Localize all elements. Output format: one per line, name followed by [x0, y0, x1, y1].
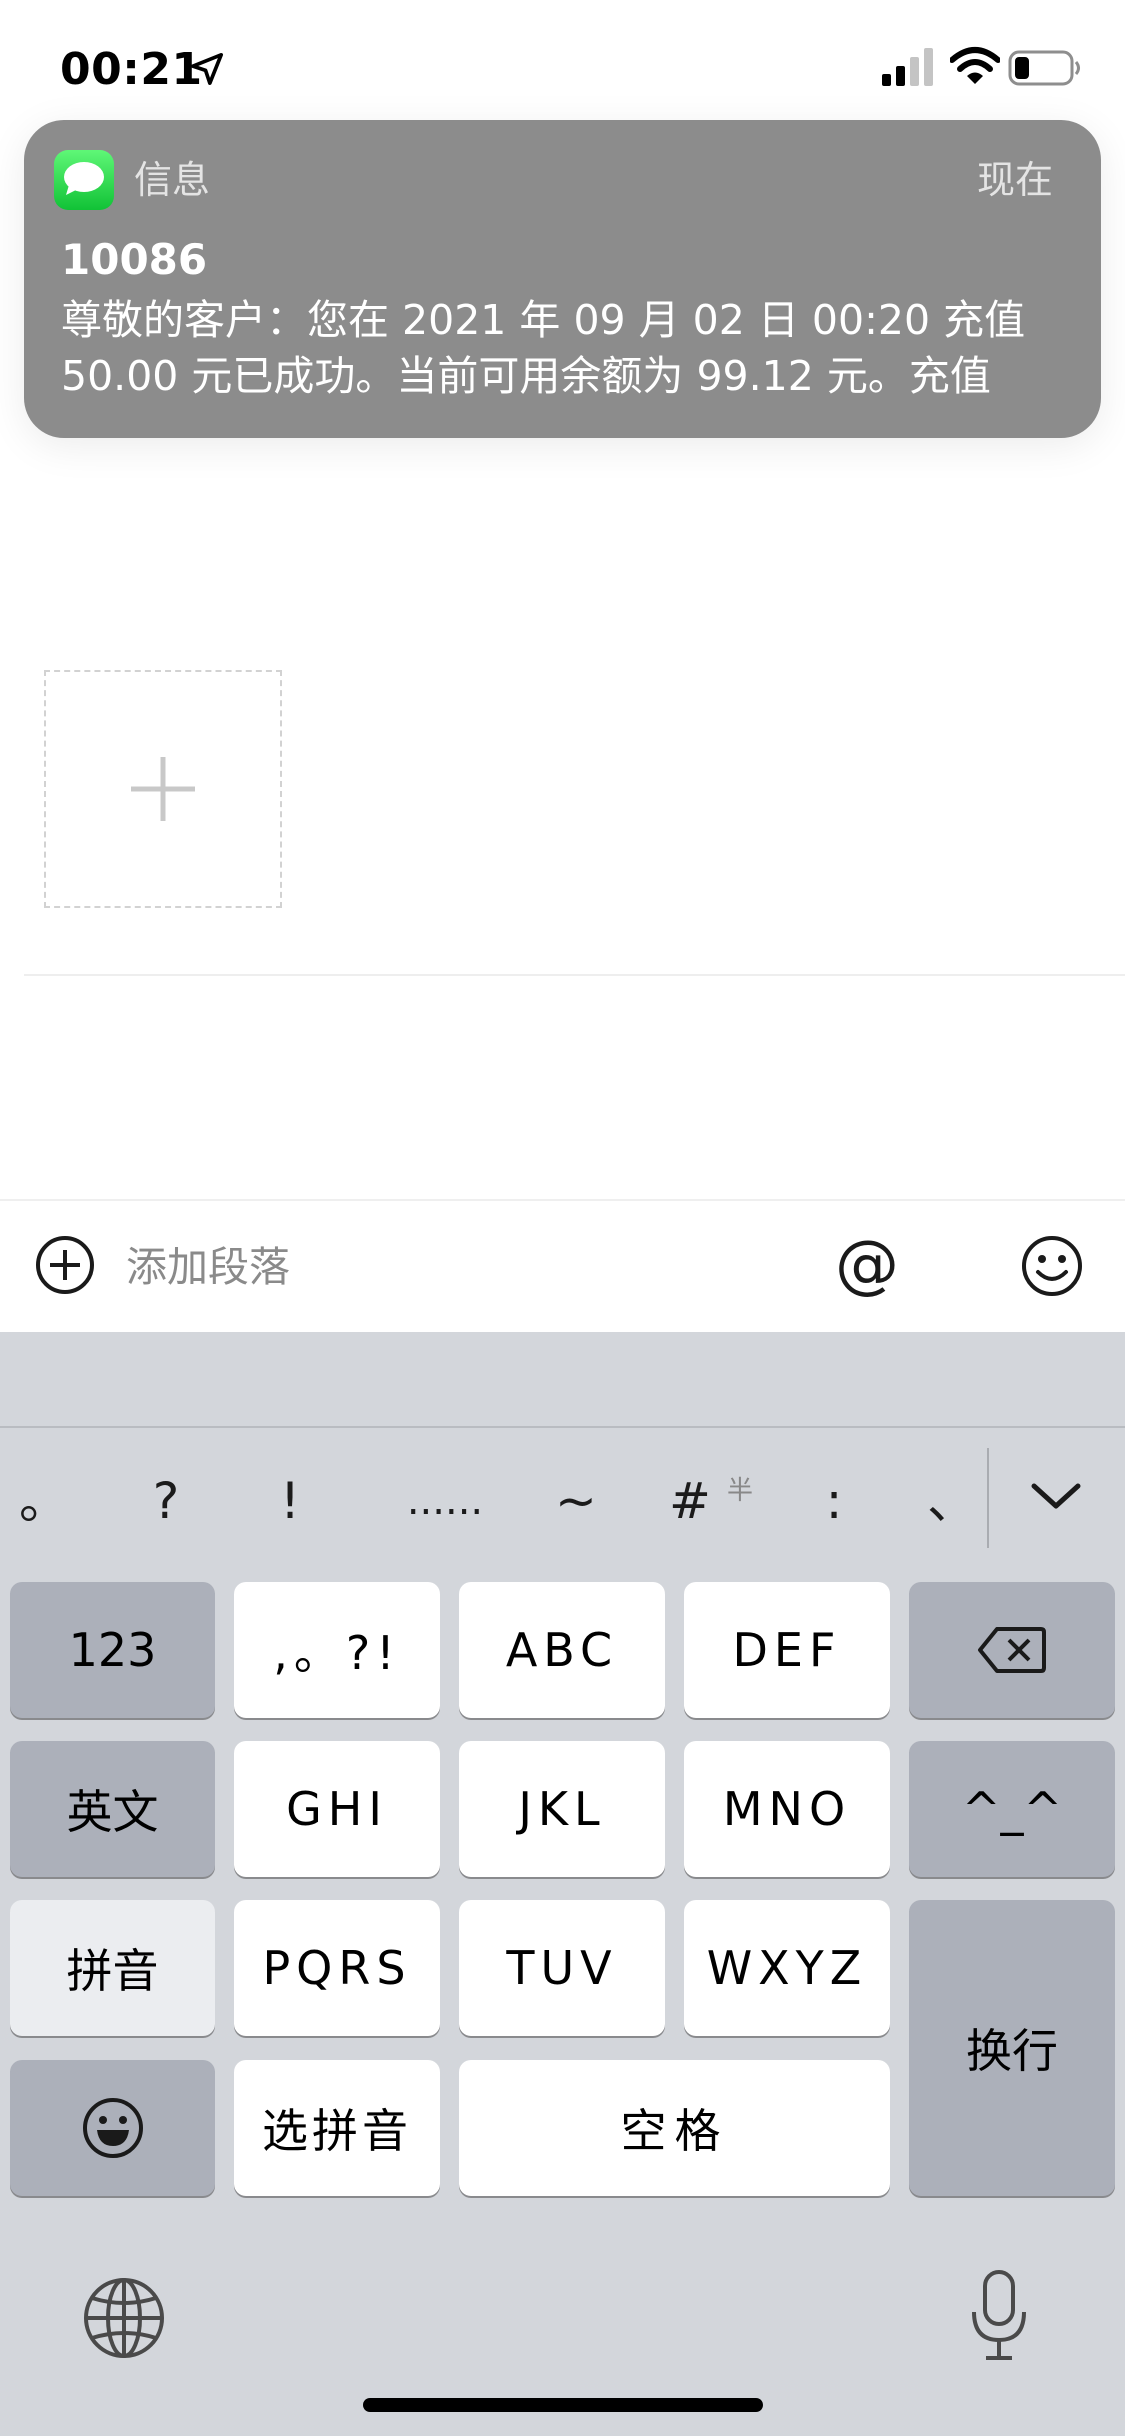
- key-ghi[interactable]: GHI: [234, 1741, 440, 1877]
- candidate-bar-separator: [0, 1426, 1125, 1428]
- select-pinyin-key[interactable]: 选拼音: [234, 2060, 440, 2196]
- key-abc[interactable]: ABC: [459, 1582, 665, 1718]
- toolbar-divider: [0, 1199, 1125, 1201]
- key-label: 空格: [620, 2104, 729, 2158]
- add-image-button[interactable]: [44, 670, 282, 908]
- key-mno[interactable]: MNO: [684, 1741, 890, 1877]
- key-123[interactable]: 123: [10, 1582, 215, 1718]
- key-label: PQRS: [262, 1941, 412, 1995]
- add-circle-icon[interactable]: [34, 1234, 96, 1296]
- messages-app-icon: [54, 150, 114, 210]
- key-jkl[interactable]: JKL: [459, 1741, 665, 1877]
- emoji-icon: [82, 2098, 143, 2158]
- emoji-key[interactable]: [10, 2060, 215, 2196]
- candidate-colon[interactable]: :: [804, 1470, 864, 1532]
- key-label: ,。?!: [273, 1626, 401, 1680]
- plus-icon: [131, 757, 195, 821]
- key-label: WXYZ: [706, 1941, 868, 1995]
- chevron-down-icon[interactable]: [1028, 1476, 1084, 1516]
- notification-body: 尊敬的客户：您在 2021 年 09 月 02 日 00:20 充值 50.00…: [61, 296, 1026, 400]
- notification-app-name: 信息: [134, 158, 211, 202]
- key-label: 选拼音: [262, 2104, 412, 2158]
- microphone-icon[interactable]: [968, 2268, 1030, 2364]
- candidate-tilde[interactable]: ~: [546, 1470, 606, 1532]
- candidate-period[interactable]: 。: [14, 1470, 74, 1532]
- key-kaomoji[interactable]: ^_^: [909, 1741, 1115, 1877]
- key-punctuation[interactable]: ,。?!: [234, 1582, 440, 1718]
- space-key[interactable]: 空格: [459, 2060, 890, 2196]
- key-label: TUV: [506, 1941, 618, 1995]
- key-english[interactable]: 英文: [10, 1741, 215, 1877]
- mention-button[interactable]: @: [832, 1228, 902, 1302]
- notification-sender: 10086: [61, 235, 208, 284]
- candidate-exclaim[interactable]: !: [260, 1470, 320, 1532]
- candidate-ellipsis[interactable]: ......: [390, 1470, 500, 1532]
- key-label: 123: [68, 1623, 157, 1677]
- return-key[interactable]: 换行: [909, 1900, 1115, 2196]
- wifi-icon: [950, 47, 1000, 84]
- backspace-key[interactable]: [909, 1582, 1115, 1718]
- message-notification[interactable]: 信息 现在 10086 尊敬的客户：您在 2021 年 09 月 02 日 00…: [24, 120, 1101, 438]
- notification-time: 现在: [976, 158, 1053, 202]
- home-indicator[interactable]: [363, 2398, 763, 2412]
- divider: [24, 974, 1125, 976]
- globe-icon[interactable]: [82, 2276, 166, 2360]
- keyboard: 。 ? ! ...... ~ # 半 : 、 123 ,。?! ABC DEF …: [0, 1332, 1125, 2436]
- key-def[interactable]: DEF: [684, 1582, 890, 1718]
- key-tuv[interactable]: TUV: [459, 1900, 665, 2036]
- key-label: JKL: [518, 1782, 606, 1836]
- cellular-signal-icon: [882, 48, 933, 86]
- key-label: 换行: [966, 2024, 1058, 2078]
- status-time: 00:21: [60, 44, 203, 95]
- key-label: GHI: [286, 1782, 388, 1836]
- add-paragraph-button[interactable]: 添加段落: [126, 1236, 290, 1298]
- candidate-hash[interactable]: #: [660, 1470, 720, 1532]
- key-pqrs[interactable]: PQRS: [234, 1900, 440, 2036]
- key-label: MNO: [722, 1782, 852, 1836]
- key-label: 英文: [66, 1785, 159, 1839]
- half-width-indicator: 半: [727, 1476, 754, 1506]
- candidate-question[interactable]: ?: [136, 1470, 196, 1532]
- candidate-comma[interactable]: 、: [922, 1470, 982, 1532]
- backspace-icon: [978, 1627, 1046, 1673]
- key-label: 拼音: [66, 1944, 159, 1998]
- key-pinyin[interactable]: 拼音: [10, 1900, 215, 2036]
- battery-icon: [1008, 50, 1080, 86]
- candidate-divider: [987, 1448, 989, 1548]
- key-label: ^_^: [961, 1782, 1063, 1836]
- key-label: ABC: [505, 1623, 619, 1677]
- location-arrow-icon: [190, 52, 224, 86]
- emoji-icon[interactable]: [1020, 1234, 1084, 1298]
- key-label: DEF: [732, 1623, 842, 1677]
- key-wxyz[interactable]: WXYZ: [684, 1900, 890, 2036]
